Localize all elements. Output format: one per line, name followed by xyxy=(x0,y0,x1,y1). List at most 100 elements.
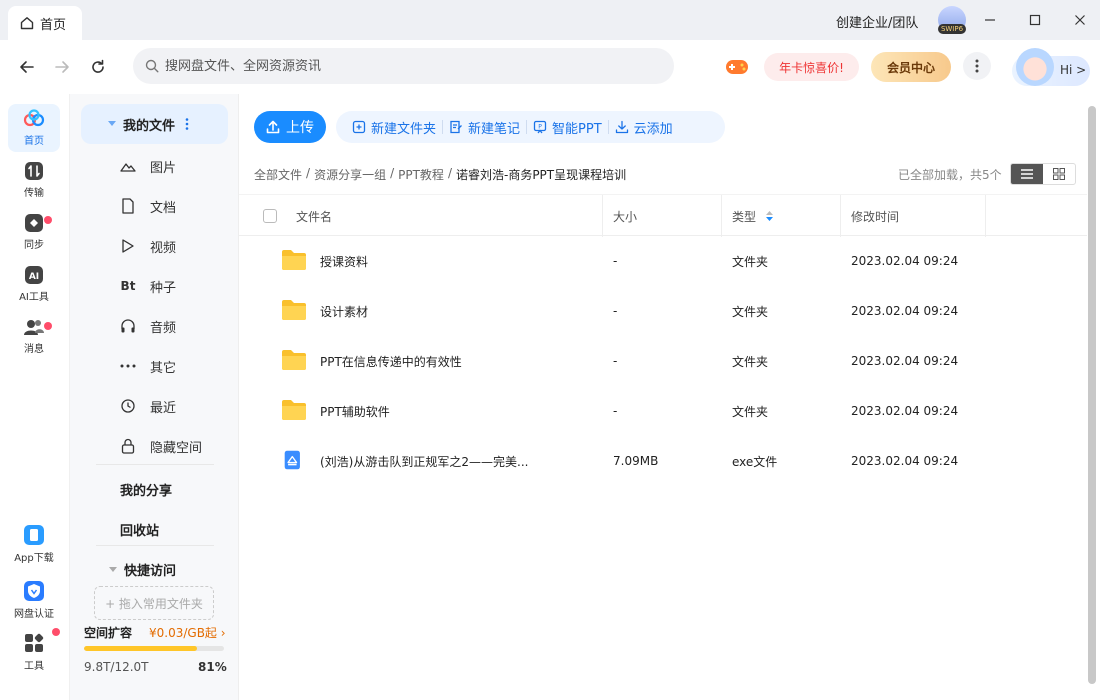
sidebar-item-documents[interactable]: 文档 xyxy=(120,194,176,218)
breadcrumb-item[interactable]: PPT教程 xyxy=(398,166,444,183)
download-icon xyxy=(615,120,628,134)
sidebar-item-other[interactable]: 其它 xyxy=(120,354,176,378)
file-name[interactable]: (刘浩)从游击队到正规军之2——完美... xyxy=(320,436,528,486)
rail-label: 网盘认证 xyxy=(14,609,54,620)
sidebar-item-audio[interactable]: 音频 xyxy=(120,314,176,338)
file-modified: 2023.02.04 09:24 xyxy=(851,354,959,368)
create-enterprise-link[interactable]: 创建企业/团队 xyxy=(836,12,918,31)
breadcrumb: 全部文件 / 资源分享一组 / PPT教程 / 诺睿刘浩-商务PPT呈现课程培训 xyxy=(254,166,627,183)
search-input[interactable] xyxy=(165,58,645,74)
assistant-avatar[interactable] xyxy=(1016,48,1054,86)
table-row[interactable]: PPT辅助软件 - 文件夹 2023.02.04 09:24 xyxy=(239,386,1087,436)
grid-icon xyxy=(1053,168,1065,180)
divider xyxy=(96,464,214,465)
rail-item-sync[interactable]: 同步 xyxy=(8,208,60,256)
grid-view-button[interactable] xyxy=(1043,164,1075,184)
video-icon xyxy=(122,239,134,253)
column-header-modified[interactable]: 修改时间 xyxy=(851,195,899,237)
folder-icon xyxy=(282,300,306,320)
new-note-button[interactable]: 新建笔记 xyxy=(443,118,526,137)
table-header: 文件名 大小 类型 修改时间 xyxy=(239,194,1087,237)
storage-expand-label[interactable]: 空间扩容 xyxy=(84,624,132,641)
sidebar-item-recent[interactable]: 最近 xyxy=(120,394,176,418)
assistant-greeting[interactable]: Hi > xyxy=(1060,63,1086,77)
vertical-scrollbar[interactable] xyxy=(1088,106,1096,684)
vip-center-button[interactable]: 会员中心 xyxy=(871,52,951,82)
upload-button[interactable]: 上传 xyxy=(254,111,326,143)
my-share-item[interactable]: 我的分享 xyxy=(120,480,172,499)
table-row[interactable]: 授课资料 - 文件夹 2023.02.04 09:24 xyxy=(239,236,1087,286)
list-view-button[interactable] xyxy=(1011,164,1043,184)
breadcrumb-item[interactable]: 资源分享一组 xyxy=(314,166,386,183)
game-icon[interactable] xyxy=(724,54,750,78)
nav-bar: 年卡惊喜价! 会员中心 Hi > xyxy=(0,40,1100,94)
quick-access-drop-zone[interactable]: + 拖入常用文件夹 xyxy=(94,586,214,620)
headphones-icon xyxy=(121,319,135,333)
sidebar-item-hidden-space[interactable]: 隐藏空间 xyxy=(120,434,202,458)
file-name[interactable]: PPT在信息传递中的有效性 xyxy=(320,336,462,386)
action-toolbar: 新建文件夹 新建笔记 P 智能PPT 云添加 xyxy=(336,111,725,143)
caret-down-icon xyxy=(108,121,116,126)
close-button[interactable] xyxy=(1070,10,1090,30)
smart-ppt-button[interactable]: P 智能PPT xyxy=(527,118,608,137)
minimize-button[interactable] xyxy=(980,10,1000,30)
search-icon xyxy=(145,59,159,73)
tab-home[interactable]: 首页 xyxy=(8,6,82,40)
rail-label: AI工具 xyxy=(19,292,49,303)
cloud-add-button[interactable]: 云添加 xyxy=(609,118,679,137)
tools-notification-dot xyxy=(52,628,60,636)
file-size: 7.09MB xyxy=(613,454,659,468)
sidebar-item-videos[interactable]: 视频 xyxy=(120,234,176,258)
folder-icon xyxy=(282,400,306,420)
image-icon xyxy=(120,163,136,172)
maximize-button[interactable] xyxy=(1025,10,1045,30)
caret-down-icon xyxy=(109,566,117,572)
recycle-bin-item[interactable]: 回收站 xyxy=(120,520,159,539)
breadcrumb-current: 诺睿刘浩-商务PPT呈现课程培训 xyxy=(455,168,627,182)
rail-item-home[interactable]: 首页 xyxy=(8,104,60,152)
rail-item-app-download[interactable]: App下载 xyxy=(8,518,60,570)
rail-label: 首页 xyxy=(24,136,44,147)
select-all-checkbox[interactable] xyxy=(263,209,277,223)
my-files-label: 我的文件 xyxy=(123,118,176,134)
table-row[interactable]: 设计素材 - 文件夹 2023.02.04 09:24 xyxy=(239,286,1087,336)
list-icon xyxy=(1021,169,1033,179)
phone-icon xyxy=(24,525,44,545)
rail-item-ai-tools[interactable]: AI AI工具 xyxy=(8,260,60,308)
more-button[interactable] xyxy=(963,52,991,80)
column-header-size[interactable]: 大小 xyxy=(613,195,637,237)
file-modified: 2023.02.04 09:24 xyxy=(851,254,959,268)
file-name[interactable]: PPT辅助软件 xyxy=(320,386,390,436)
column-header-type[interactable]: 类型 xyxy=(732,195,774,237)
new-folder-icon xyxy=(352,120,366,134)
quick-access-toggle[interactable]: 快捷访问 xyxy=(108,560,176,579)
promo-badge[interactable]: 年卡惊喜价! xyxy=(764,53,859,81)
file-name[interactable]: 授课资料 xyxy=(320,236,368,286)
back-button[interactable] xyxy=(16,56,38,78)
note-icon xyxy=(450,120,462,134)
my-files-item[interactable]: 我的文件 xyxy=(81,104,228,144)
more-vertical-icon[interactable] xyxy=(185,118,189,130)
sync-notification-dot xyxy=(44,216,52,224)
table-row[interactable]: (刘浩)从游击队到正规军之2——完美... 7.09MB exe文件 2023.02.… xyxy=(239,436,1087,486)
verify-icon xyxy=(24,581,44,601)
svg-text:P: P xyxy=(538,124,542,131)
rail-item-transfer[interactable]: 传输 xyxy=(8,156,60,204)
sidebar-item-images[interactable]: 图片 xyxy=(120,154,176,178)
arrow-left-icon xyxy=(20,61,34,73)
upload-icon xyxy=(266,120,280,134)
rail-label: 工具 xyxy=(24,661,44,672)
table-row[interactable]: PPT在信息传递中的有效性 - 文件夹 2023.02.04 09:24 xyxy=(239,336,1087,386)
column-header-name[interactable]: 文件名 xyxy=(296,195,332,237)
storage-price-link[interactable]: ¥0.03/GB起 › xyxy=(149,624,226,641)
breadcrumb-item[interactable]: 全部文件 xyxy=(254,166,302,183)
refresh-button[interactable] xyxy=(87,56,109,78)
rail-item-verify[interactable]: 网盘认证 xyxy=(8,574,60,626)
search-bar[interactable] xyxy=(133,48,674,84)
file-modified: 2023.02.04 09:24 xyxy=(851,404,959,418)
forward-button[interactable] xyxy=(51,56,73,78)
rail-item-messages[interactable]: 消息 xyxy=(8,312,60,360)
sidebar-item-torrents[interactable]: Bt 种子 xyxy=(120,274,176,298)
file-name[interactable]: 设计素材 xyxy=(320,286,368,336)
new-folder-button[interactable]: 新建文件夹 xyxy=(346,118,442,137)
